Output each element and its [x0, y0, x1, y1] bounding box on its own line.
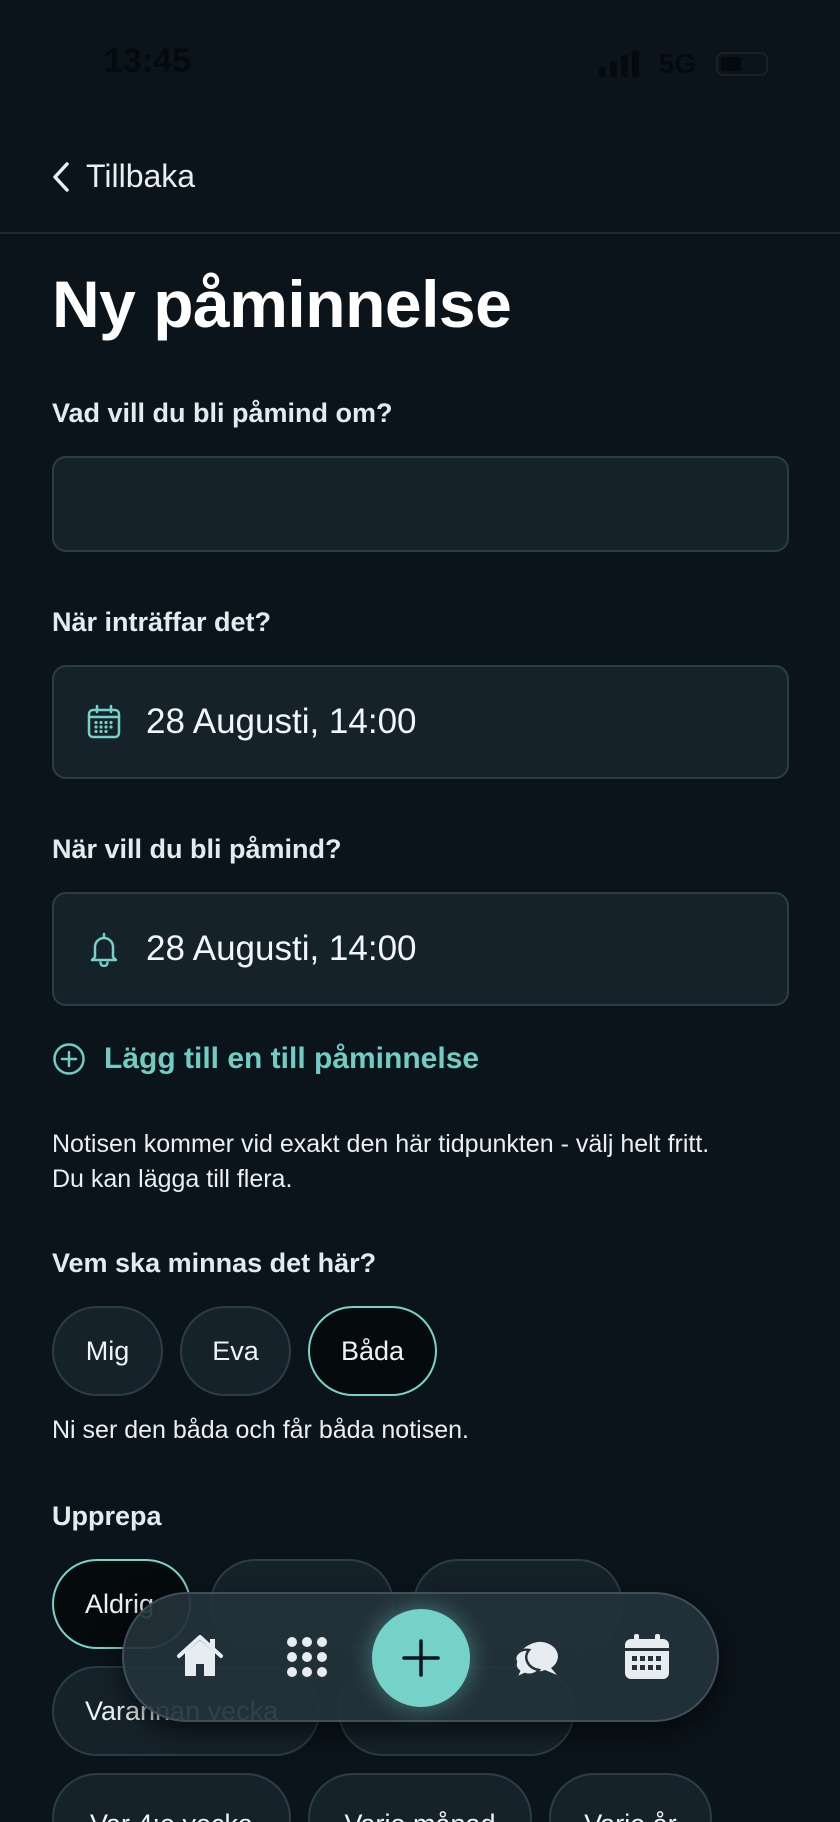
chevron-left-icon	[53, 161, 69, 192]
remind-time-value: 28 Augusti, 14:00	[146, 929, 417, 968]
what-input[interactable]	[52, 456, 789, 552]
bell-icon	[90, 932, 118, 967]
status-time: 13:45	[104, 42, 191, 80]
notification-helper-text: Notisen kommer vid exakt den här tidpunk…	[52, 1127, 812, 1197]
add-button[interactable]	[372, 1609, 470, 1707]
repeat-option-varje-ar[interactable]: Varje år	[549, 1773, 712, 1822]
page-title: Ny påminnelse	[52, 267, 512, 341]
remind-time-field[interactable]: 28 Augusti, 14:00	[52, 892, 789, 1006]
when-date-field[interactable]: 28 Augusti, 14:00	[52, 665, 789, 779]
repeat-option-var-4e-vecka[interactable]: Var 4:e vecka	[52, 1773, 291, 1822]
who-helper-text: Ni ser den båda och får båda notisen.	[52, 1416, 469, 1444]
nav-calendar[interactable]	[621, 1631, 673, 1683]
add-reminder-button[interactable]: Lägg till en till påminnelse	[52, 1042, 479, 1076]
who-option-mig[interactable]: Mig	[52, 1306, 163, 1396]
who-label: Vem ska minnas det här?	[52, 1248, 377, 1278]
helper-line-1: Notisen kommer vid exakt den här tidpunk…	[52, 1130, 710, 1158]
who-option-bada[interactable]: Båda	[308, 1306, 437, 1396]
helper-line-2: Du kan lägga till flera.	[52, 1165, 293, 1193]
plus-icon	[402, 1639, 440, 1677]
status-indicators: 5G	[598, 48, 768, 80]
who-option-eva[interactable]: Eva	[180, 1306, 291, 1396]
repeat-option-varje-manad[interactable]: Varje månad	[308, 1773, 532, 1822]
remind-label: När vill du bli påmind?	[52, 834, 342, 864]
chat-icon	[513, 1641, 558, 1681]
calendar-icon	[625, 1634, 669, 1679]
when-date-value: 28 Augusti, 14:00	[146, 702, 417, 741]
nav-apps[interactable]	[281, 1631, 333, 1683]
home-icon	[177, 1635, 223, 1676]
plus-circle-icon	[53, 1043, 85, 1075]
back-button[interactable]: Tillbaka	[50, 158, 195, 195]
nav-header: Tillbaka	[0, 134, 840, 234]
when-label: När inträffar det?	[52, 607, 272, 637]
what-label: Vad vill du bli påmind om?	[52, 398, 393, 428]
status-bar: 13:45 5G	[0, 0, 840, 120]
back-label: Tillbaka	[86, 158, 196, 194]
nav-home[interactable]	[174, 1631, 226, 1683]
battery-icon	[716, 52, 768, 76]
repeat-label: Upprepa	[52, 1501, 162, 1531]
calendar-icon	[87, 704, 121, 739]
bottom-navigation	[122, 1592, 719, 1722]
nav-chat[interactable]	[511, 1631, 563, 1683]
signal-icon	[598, 51, 639, 77]
network-label: 5G	[658, 48, 696, 79]
apps-grid-icon	[287, 1637, 327, 1677]
add-reminder-label: Lägg till en till påminnelse	[104, 1042, 480, 1075]
